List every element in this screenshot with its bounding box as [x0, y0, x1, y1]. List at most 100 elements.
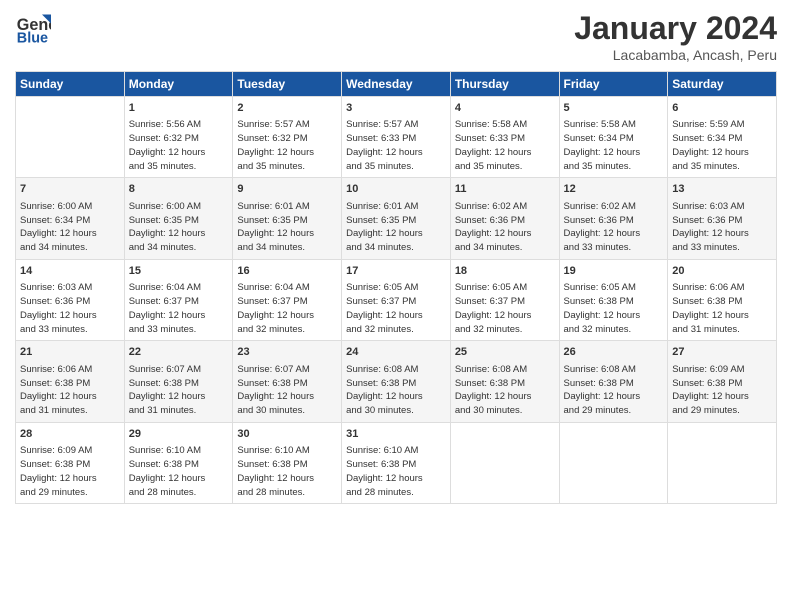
title-area: January 2024 Lacabamba, Ancash, Peru	[574, 10, 777, 63]
cell-w0-d4: 4Sunrise: 5:58 AM Sunset: 6:33 PM Daylig…	[450, 97, 559, 178]
day-number: 16	[237, 264, 337, 279]
day-number: 17	[346, 264, 446, 279]
day-number: 6	[672, 101, 772, 116]
day-number: 21	[20, 345, 120, 360]
cell-w4-d0: 28 Sunrise: 6:09 AM Sunset: 6:38 PM Dayli…	[16, 422, 125, 503]
cell-content: Sunrise: 5:57 AM Sunset: 6:33 PM Dayligh…	[346, 118, 446, 173]
day-number: 3	[346, 101, 446, 116]
day-number: 8	[129, 182, 229, 197]
cell-content: Sunrise: 6:03 AM Sunset: 6:36 PM Dayligh…	[20, 281, 120, 336]
day-number: 7	[20, 182, 120, 197]
cell-w1-d1: 8 Sunrise: 6:00 AM Sunset: 6:35 PM Daylig…	[124, 178, 233, 259]
col-thursday: Thursday	[450, 72, 559, 97]
cell-w4-d3: 31 Sunrise: 6:10 AM Sunset: 6:38 PM Dayli…	[342, 422, 451, 503]
cell-w3-d5: 26 Sunrise: 6:08 AM Sunset: 6:38 PM Dayli…	[559, 341, 668, 422]
cell-w2-d1: 15Sunrise: 6:04 AM Sunset: 6:37 PM Dayli…	[124, 259, 233, 340]
cell-w0-d1: 1 Sunrise: 5:56 AM Sunset: 6:32 PM Daylig…	[124, 97, 233, 178]
week-row-5: 28 Sunrise: 6:09 AM Sunset: 6:38 PM Dayli…	[16, 422, 777, 503]
cell-content: Sunrise: 6:01 AM Sunset: 6:35 PM Dayligh…	[237, 200, 337, 255]
cell-w3-d2: 23 Sunrise: 6:07 AM Sunset: 6:38 PM Dayli…	[233, 341, 342, 422]
day-number: 22	[129, 345, 229, 360]
cell-w2-d2: 16 Sunrise: 6:04 AM Sunset: 6:37 PM Dayli…	[233, 259, 342, 340]
cell-content: Sunrise: 6:10 AM Sunset: 6:38 PM Dayligh…	[129, 444, 229, 499]
cell-content: Sunrise: 6:07 AM Sunset: 6:38 PM Dayligh…	[237, 363, 337, 418]
logo: General Blue	[15, 10, 51, 46]
cell-content: Sunrise: 6:05 AM Sunset: 6:37 PM Dayligh…	[455, 281, 555, 336]
week-row-1: 1 Sunrise: 5:56 AM Sunset: 6:32 PM Daylig…	[16, 97, 777, 178]
cell-content: Sunrise: 6:00 AM Sunset: 6:34 PM Dayligh…	[20, 200, 120, 255]
cell-w3-d6: 27Sunrise: 6:09 AM Sunset: 6:38 PM Dayli…	[668, 341, 777, 422]
cell-content: Sunrise: 6:10 AM Sunset: 6:38 PM Dayligh…	[346, 444, 446, 499]
page-container: General Blue January 2024 Lacabamba, Anc…	[0, 0, 792, 514]
cell-w4-d6	[668, 422, 777, 503]
logo-icon: General Blue	[15, 10, 51, 46]
cell-w4-d4	[450, 422, 559, 503]
cell-w2-d4: 18 Sunrise: 6:05 AM Sunset: 6:37 PM Dayli…	[450, 259, 559, 340]
day-number: 1	[129, 101, 229, 116]
main-title: January 2024	[574, 10, 777, 47]
cell-content: Sunrise: 6:06 AM Sunset: 6:38 PM Dayligh…	[672, 281, 772, 336]
day-number: 28	[20, 427, 120, 442]
cell-w4-d1: 29 Sunrise: 6:10 AM Sunset: 6:38 PM Dayli…	[124, 422, 233, 503]
day-number: 24	[346, 345, 446, 360]
day-number: 2	[237, 101, 337, 116]
day-number: 30	[237, 427, 337, 442]
cell-w0-d0	[16, 97, 125, 178]
day-number: 9	[237, 182, 337, 197]
day-number: 31	[346, 427, 446, 442]
col-tuesday: Tuesday	[233, 72, 342, 97]
cell-content: Sunrise: 6:08 AM Sunset: 6:38 PM Dayligh…	[346, 363, 446, 418]
cell-w0-d5: 5Sunrise: 5:58 AM Sunset: 6:34 PM Daylig…	[559, 97, 668, 178]
cell-content: Sunrise: 6:04 AM Sunset: 6:37 PM Dayligh…	[237, 281, 337, 336]
cell-w4-d5	[559, 422, 668, 503]
day-number: 14	[20, 264, 120, 279]
cell-content: Sunrise: 5:56 AM Sunset: 6:32 PM Dayligh…	[129, 118, 229, 173]
cell-content: Sunrise: 6:06 AM Sunset: 6:38 PM Dayligh…	[20, 363, 120, 418]
cell-content: Sunrise: 5:59 AM Sunset: 6:34 PM Dayligh…	[672, 118, 772, 173]
cell-content: Sunrise: 6:05 AM Sunset: 6:37 PM Dayligh…	[346, 281, 446, 336]
cell-w3-d1: 22 Sunrise: 6:07 AM Sunset: 6:38 PM Dayli…	[124, 341, 233, 422]
day-number: 23	[237, 345, 337, 360]
week-row-2: 7 Sunrise: 6:00 AM Sunset: 6:34 PM Daylig…	[16, 178, 777, 259]
header: General Blue January 2024 Lacabamba, Anc…	[15, 10, 777, 63]
day-number: 5	[564, 101, 664, 116]
day-number: 13	[672, 182, 772, 197]
svg-text:Blue: Blue	[17, 30, 48, 46]
week-row-3: 14 Sunrise: 6:03 AM Sunset: 6:36 PM Dayli…	[16, 259, 777, 340]
cell-w1-d3: 10Sunrise: 6:01 AM Sunset: 6:35 PM Dayli…	[342, 178, 451, 259]
col-wednesday: Wednesday	[342, 72, 451, 97]
cell-w2-d3: 17 Sunrise: 6:05 AM Sunset: 6:37 PM Dayli…	[342, 259, 451, 340]
col-friday: Friday	[559, 72, 668, 97]
header-row: Sunday Monday Tuesday Wednesday Thursday…	[16, 72, 777, 97]
cell-content: Sunrise: 6:08 AM Sunset: 6:38 PM Dayligh…	[455, 363, 555, 418]
day-number: 19	[564, 264, 664, 279]
cell-content: Sunrise: 6:08 AM Sunset: 6:38 PM Dayligh…	[564, 363, 664, 418]
cell-w1-d6: 13Sunrise: 6:03 AM Sunset: 6:36 PM Dayli…	[668, 178, 777, 259]
cell-content: Sunrise: 6:09 AM Sunset: 6:38 PM Dayligh…	[20, 444, 120, 499]
day-number: 12	[564, 182, 664, 197]
cell-content: Sunrise: 6:09 AM Sunset: 6:38 PM Dayligh…	[672, 363, 772, 418]
cell-content: Sunrise: 6:02 AM Sunset: 6:36 PM Dayligh…	[455, 200, 555, 255]
day-number: 26	[564, 345, 664, 360]
cell-content: Sunrise: 6:07 AM Sunset: 6:38 PM Dayligh…	[129, 363, 229, 418]
cell-w1-d4: 11Sunrise: 6:02 AM Sunset: 6:36 PM Dayli…	[450, 178, 559, 259]
cell-w2-d6: 20Sunrise: 6:06 AM Sunset: 6:38 PM Dayli…	[668, 259, 777, 340]
day-number: 18	[455, 264, 555, 279]
day-number: 29	[129, 427, 229, 442]
cell-content: Sunrise: 6:10 AM Sunset: 6:38 PM Dayligh…	[237, 444, 337, 499]
cell-content: Sunrise: 6:01 AM Sunset: 6:35 PM Dayligh…	[346, 200, 446, 255]
day-number: 25	[455, 345, 555, 360]
cell-w3-d3: 24 Sunrise: 6:08 AM Sunset: 6:38 PM Dayli…	[342, 341, 451, 422]
cell-content: Sunrise: 6:02 AM Sunset: 6:36 PM Dayligh…	[564, 200, 664, 255]
cell-w0-d6: 6 Sunrise: 5:59 AM Sunset: 6:34 PM Daylig…	[668, 97, 777, 178]
cell-w1-d0: 7 Sunrise: 6:00 AM Sunset: 6:34 PM Daylig…	[16, 178, 125, 259]
col-saturday: Saturday	[668, 72, 777, 97]
cell-w2-d5: 19Sunrise: 6:05 AM Sunset: 6:38 PM Dayli…	[559, 259, 668, 340]
cell-w3-d4: 25 Sunrise: 6:08 AM Sunset: 6:38 PM Dayli…	[450, 341, 559, 422]
col-monday: Monday	[124, 72, 233, 97]
cell-content: Sunrise: 5:58 AM Sunset: 6:33 PM Dayligh…	[455, 118, 555, 173]
cell-content: Sunrise: 5:57 AM Sunset: 6:32 PM Dayligh…	[237, 118, 337, 173]
cell-w0-d3: 3 Sunrise: 5:57 AM Sunset: 6:33 PM Daylig…	[342, 97, 451, 178]
cell-content: Sunrise: 6:00 AM Sunset: 6:35 PM Dayligh…	[129, 200, 229, 255]
subtitle: Lacabamba, Ancash, Peru	[574, 47, 777, 63]
